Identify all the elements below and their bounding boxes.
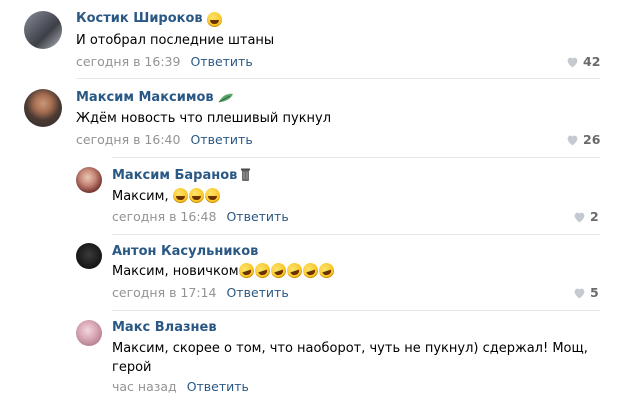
- author-name[interactable]: Костик Широков: [76, 11, 203, 26]
- rofl-emoji-icon: [268, 261, 288, 280]
- heart-icon: [567, 57, 578, 67]
- avatar[interactable]: [76, 320, 102, 346]
- rofl-emoji-icon: [284, 261, 304, 280]
- rofl-emoji-icon: [252, 261, 272, 280]
- like-count: 2: [590, 209, 599, 224]
- comment-item: Максим Баранов Максим, сегодня в 16:48 От…: [0, 158, 620, 235]
- author-name[interactable]: Максим Максимов: [76, 90, 214, 105]
- rofl-emoji-icon: [300, 261, 320, 280]
- author-name[interactable]: Макс Влазнев: [112, 320, 217, 335]
- like-count: 5: [590, 285, 599, 300]
- comment-text: Максим, новичком: [112, 264, 239, 279]
- tears-of-joy-emoji-icon: [204, 188, 220, 203]
- comment-time[interactable]: сегодня в 16:39: [76, 54, 180, 69]
- avatar[interactable]: [24, 11, 62, 49]
- like-count: 26: [583, 132, 601, 147]
- comment-meta: час назад Ответить: [112, 379, 249, 394]
- avatar[interactable]: [76, 243, 102, 269]
- avatar[interactable]: [24, 89, 62, 127]
- comment-meta: сегодня в 16:40 Ответить: [76, 132, 253, 147]
- heart-icon: [574, 288, 585, 298]
- comment-item: Антон Касульников Максим, новичком сегод…: [0, 235, 620, 311]
- comment-text: Максим, скорее о том, что наоборот, чуть…: [112, 341, 588, 375]
- like-count: 42: [583, 54, 601, 69]
- trash-can-sticker-icon: [241, 168, 251, 185]
- heart-icon: [567, 135, 578, 145]
- reply-button[interactable]: Ответить: [187, 379, 249, 394]
- comment-item: Макс Влазнев Максим, скорее о том, что н…: [0, 311, 620, 406]
- rofl-emoji-icon: [236, 261, 256, 280]
- comment-text: И отобрал последние штаны: [76, 33, 275, 48]
- tears-of-joy-emoji-icon: [188, 188, 204, 203]
- tears-of-joy-emoji-icon: [172, 188, 188, 203]
- comment-meta: сегодня в 17:14 Ответить: [112, 285, 289, 300]
- reply-button[interactable]: Ответить: [226, 285, 288, 300]
- author-name[interactable]: Антон Касульников: [112, 244, 258, 259]
- comment-time[interactable]: сегодня в 17:14: [112, 285, 216, 300]
- grinning-tongue-emoji-icon: [206, 12, 222, 28]
- avatar[interactable]: [76, 167, 102, 193]
- comment-text: Максим,: [112, 189, 169, 204]
- like-button[interactable]: 2: [573, 209, 599, 224]
- rofl-emoji-icon: [316, 261, 336, 280]
- comment-time[interactable]: час назад: [112, 379, 177, 394]
- leaf-sticker-icon: [218, 92, 234, 107]
- comment-meta: сегодня в 16:39 Ответить: [76, 54, 253, 69]
- comment-meta: сегодня в 16:48 Ответить: [112, 209, 289, 224]
- reply-button[interactable]: Ответить: [190, 54, 252, 69]
- comment-item: Максим Максимов Ждём новость что плешивы…: [0, 79, 620, 158]
- comment-time[interactable]: сегодня в 16:40: [76, 132, 180, 147]
- like-button[interactable]: 5: [573, 285, 599, 300]
- like-button[interactable]: 42: [566, 54, 600, 69]
- reply-button[interactable]: Ответить: [226, 209, 288, 224]
- like-button[interactable]: 26: [566, 132, 600, 147]
- comment-text: Ждём новость что плешивый пукнул: [76, 111, 332, 126]
- author-name[interactable]: Максим Баранов: [112, 168, 237, 183]
- reply-button[interactable]: Ответить: [190, 132, 252, 147]
- comment-time[interactable]: сегодня в 16:48: [112, 209, 216, 224]
- comment-item: Костик Широков И отобрал последние штаны…: [0, 0, 620, 79]
- heart-icon: [574, 212, 585, 222]
